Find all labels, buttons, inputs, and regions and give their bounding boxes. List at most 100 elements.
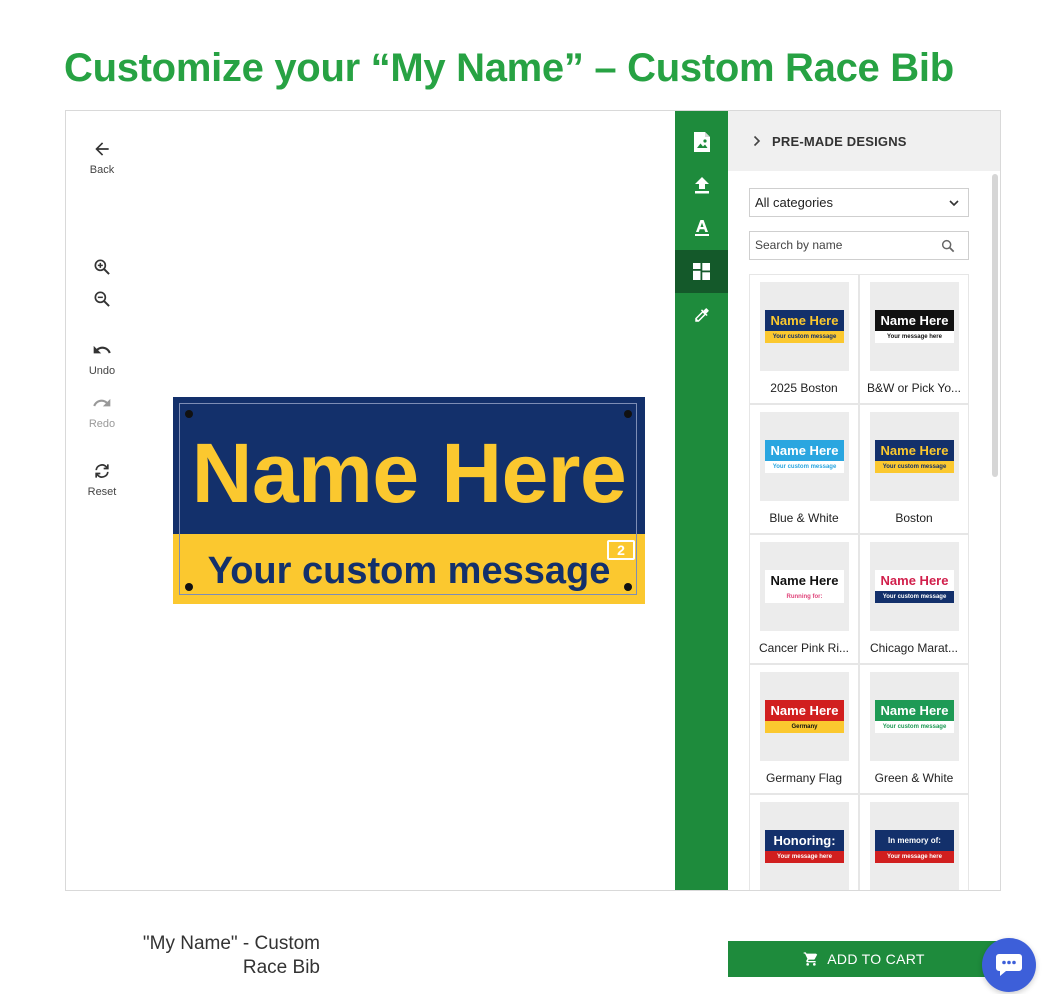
rail-layout-button[interactable] [675,250,728,293]
design-thumbnail: Name Here Your custom message [760,412,849,501]
reset-button[interactable]: Reset [66,461,138,498]
reset-icon [95,464,109,478]
search-icon [941,239,955,253]
rail-color-button[interactable] [675,293,728,336]
bib-hole [185,410,193,418]
zoom-in-icon [94,259,110,275]
thumbnail-bottom-text: Your custom message [875,721,954,733]
design-card[interactable]: Name Here Germany Germany Flag [749,664,859,794]
design-thumbnail: Name Here Your message here [870,282,959,371]
cart-icon [803,952,818,966]
design-card-label: Cancer Pink Ri... [758,641,850,655]
thumbnail-bib: Name Here Your custom message [875,570,954,603]
add-to-cart-label: ADD TO CART [827,951,925,967]
design-card-label: Green & White [874,771,954,785]
thumbnail-bottom-text: Running for: [765,591,844,603]
designs-panel: PRE-MADE DESIGNS All categories Search b… [728,111,1000,890]
zoom-out-icon [94,291,110,307]
design-thumbnail: In memory of: Your message here [870,802,959,890]
thumbnail-bottom-text: Your message here [875,851,954,863]
undo-label: Undo [88,365,116,377]
bib-preview[interactable]: Name Here Your custom message 2 [173,397,645,604]
bib-hole [624,410,632,418]
design-card[interactable]: Name Here Your custom message 2025 Boston [749,274,859,404]
thumbnail-bib: Name Here Running for: [765,570,844,603]
bib-message-text[interactable]: Your custom message [173,549,645,593]
thumbnail-top-text: In memory of: [875,830,954,851]
design-thumbnail: Name Here Your custom message [870,412,959,501]
thumbnail-top-text: Name Here [875,700,954,721]
rail-upload-button[interactable] [675,163,728,206]
search-placeholder: Search by name [755,238,843,252]
layout-icon [693,263,710,280]
thumbnail-bib: Name Here Your custom message [765,310,844,343]
thumbnail-bottom-text: Germany [765,721,844,733]
back-button[interactable]: Back [66,139,138,176]
design-card[interactable]: Name Here Your custom message Blue & White [749,404,859,534]
design-card-label: Chicago Marat... [869,641,959,655]
arrow-left-icon [95,142,109,156]
thumbnail-top-text: Name Here [875,310,954,331]
product-name: "My Name" - Custom Race Bib [142,933,320,978]
bib-hole [185,583,193,591]
thumbnail-top-text: Name Here [875,570,954,591]
undo-button[interactable]: Undo [66,340,138,377]
thumbnail-bottom-text: Your custom message [765,461,844,473]
panel-header[interactable]: PRE-MADE DESIGNS [728,111,1000,171]
thumbnail-top-text: Name Here [875,440,954,461]
thumbnail-bib: Honoring: Your message here [765,830,844,863]
image-file-icon [693,131,710,152]
tool-rail [675,111,728,890]
thumbnail-bottom-text: Your custom message [765,331,844,343]
design-card-label: Boston [895,511,933,525]
design-thumbnail: Name Here Your custom message [870,672,959,761]
design-thumbnail: Name Here Your custom message [760,282,849,371]
chat-icon [996,954,1022,976]
redo-button[interactable]: Redo [66,393,138,430]
zoom-out-button[interactable] [66,289,138,309]
thumbnail-bib: Name Here Your custom message [765,440,844,473]
category-select[interactable]: All categories [749,188,969,217]
back-label: Back [89,164,115,176]
rail-text-button[interactable] [675,206,728,249]
design-card-label: Germany Flag [765,771,843,785]
chevron-down-icon [949,200,959,207]
thumbnail-bib: Name Here Your custom message [875,700,954,733]
thumbnail-bottom-text: Your message here [875,331,954,343]
thumbnail-bib: Name Here Germany [765,700,844,733]
design-thumbnail: Name Here Germany [760,672,849,761]
design-card[interactable]: Name Here Your custom message Boston [859,404,969,534]
zoom-in-button[interactable] [66,257,138,277]
bib-name-text[interactable]: Name Here [173,417,645,529]
panel-scrollbar[interactable] [992,174,998,477]
add-to-cart-button[interactable]: ADD TO CART [728,941,1000,977]
undo-icon [93,345,111,354]
chat-button[interactable] [982,938,1036,992]
thumbnail-bib: Name Here Your custom message [875,440,954,473]
design-card[interactable]: Name Here Running for: Cancer Pink Ri... [749,534,859,664]
bib-designer: Back Undo Redo Reset Name Here Your cust… [65,110,1001,891]
text-icon [694,219,709,236]
design-card[interactable]: In memory of: Your message here [859,794,969,890]
rail-image-button[interactable] [675,120,728,163]
color-picker-icon [694,307,709,322]
design-thumbnail: Honoring: Your message here [760,802,849,890]
design-card[interactable]: Name Here Your custom message Green & Whit… [859,664,969,794]
design-card[interactable]: Name Here Your message here B&W or Pick Yo… [859,274,969,404]
redo-icon [93,398,111,407]
thumbnail-top-text: Name Here [765,440,844,461]
design-thumbnail: Name Here Running for: [760,542,849,631]
search-input[interactable]: Search by name [749,231,969,260]
bib-hole [624,583,632,591]
reset-label: Reset [87,486,117,498]
thumbnail-bottom-text: Your custom message [875,591,954,603]
design-card[interactable]: Honoring: Your message here [749,794,859,890]
resize-handle[interactable]: 2 [607,540,635,560]
redo-label: Redo [88,418,116,430]
upload-icon [694,176,709,193]
design-card[interactable]: Name Here Your custom message Chicago Mara… [859,534,969,664]
thumbnail-bottom-text: Your message here [765,851,844,863]
thumbnail-top-text: Name Here [765,700,844,721]
thumbnail-bib: Name Here Your message here [875,310,954,343]
thumbnail-bib: In memory of: Your message here [875,830,954,863]
